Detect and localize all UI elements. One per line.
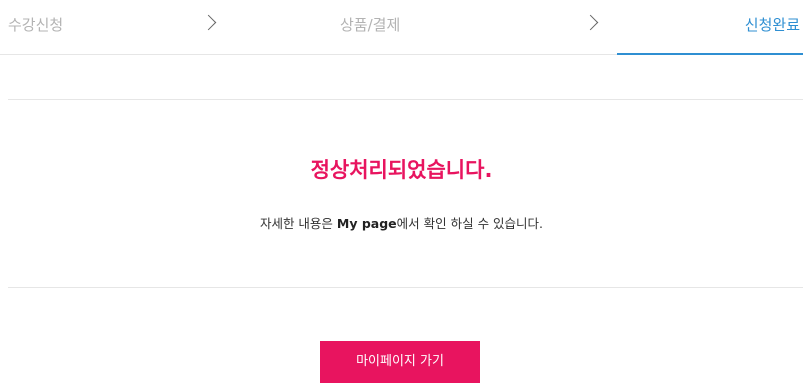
chevron-right-icon — [582, 14, 599, 31]
result-description: 자세한 내용은 My page에서 확인 하실 수 있습니다. — [0, 215, 803, 233]
step-registration: 수강신청 — [8, 16, 64, 34]
go-to-mypage-button[interactable]: 마이페이지 가기 — [320, 341, 480, 383]
result-title: 정상처리되었습니다. — [310, 158, 493, 182]
active-step-indicator — [617, 53, 803, 55]
step-complete: 신청완료 — [744, 16, 800, 34]
divider-bottom — [8, 287, 803, 288]
result-description-suffix: 에서 확인 하실 수 있습니다. — [396, 216, 544, 231]
step-product-payment: 상품/결제 — [340, 16, 401, 34]
result-description-prefix: 자세한 내용은 — [259, 216, 337, 231]
mypage-text: My page — [336, 216, 397, 231]
chevron-right-icon — [200, 14, 217, 31]
step-progress-bar: 수강신청 상품/결제 신청완료 — [0, 0, 803, 55]
divider-top — [8, 99, 803, 100]
